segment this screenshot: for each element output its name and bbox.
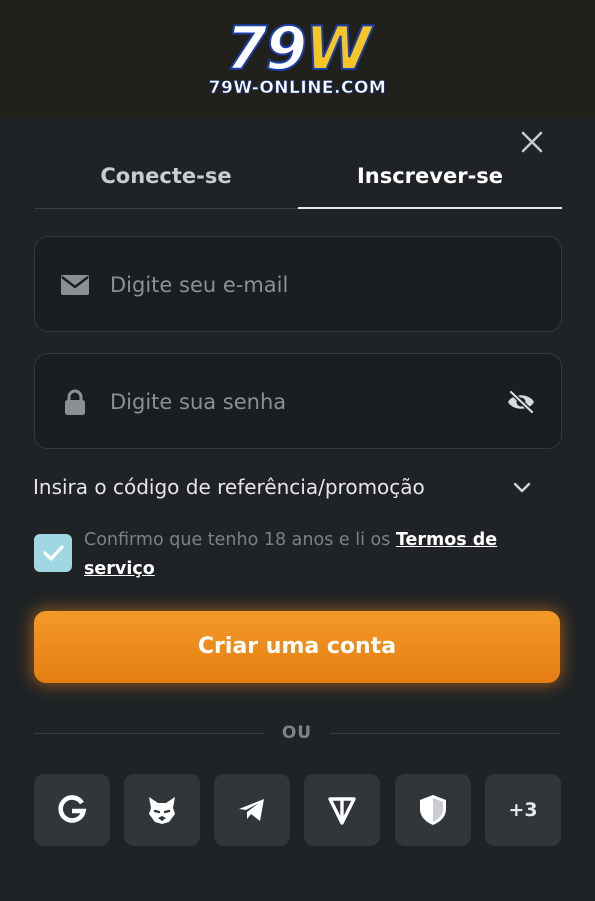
logo-domain: 79W-ONLINE.COM — [208, 78, 387, 99]
metamask-fox-icon — [149, 797, 175, 824]
password-field-box — [34, 353, 562, 449]
email-field-box — [34, 236, 562, 332]
more-logins-label: +3 — [508, 799, 538, 821]
social-login-row: +3 — [34, 774, 562, 846]
lock-icon — [65, 389, 85, 415]
auth-tabs: Conecte-se Inscrever-se — [34, 154, 562, 209]
telegram-icon — [239, 799, 264, 821]
google-login-button[interactable] — [34, 774, 110, 846]
tab-register[interactable]: Inscrever-se — [298, 154, 562, 209]
chevron-down-icon — [513, 482, 531, 493]
terms-text: Confirmo que tenho 18 anos e li os Termo… — [84, 530, 498, 579]
or-divider: OU — [34, 721, 560, 745]
site-header: 79W 79W-ONLINE.COM — [0, 0, 595, 118]
password-input[interactable] — [108, 379, 492, 425]
create-account-button[interactable]: Criar uma conta — [34, 611, 560, 683]
email-input[interactable] — [108, 262, 492, 308]
ton-login-button[interactable] — [304, 774, 380, 846]
terms-agreement: Confirmo que tenho 18 anos e li os Termo… — [34, 526, 562, 586]
promo-code-toggle[interactable]: Insira o código de referência/promoção — [33, 470, 543, 504]
promo-code-label: Insira o código de referência/promoção — [33, 475, 425, 499]
logo-wordmark: 79W — [225, 14, 373, 84]
telegram-login-button[interactable] — [214, 774, 290, 846]
eye-slash-icon[interactable] — [505, 389, 537, 415]
close-icon — [521, 131, 543, 153]
more-logins-button[interactable]: +3 — [485, 774, 561, 846]
site-logo[interactable]: 79W 79W-ONLINE.COM — [0, 14, 595, 99]
terms-checkbox[interactable] — [34, 534, 72, 572]
divider-line-right — [330, 733, 560, 734]
tab-login[interactable]: Conecte-se — [34, 154, 298, 208]
ton-icon — [328, 797, 356, 825]
shield-icon — [420, 795, 446, 825]
close-button[interactable] — [518, 128, 546, 156]
metamask-login-button[interactable] — [124, 774, 200, 846]
auth-modal: Conecte-se Inscrever-se Insira o código … — [0, 118, 595, 901]
google-icon — [58, 795, 87, 823]
checkmark-icon — [43, 545, 64, 561]
shield-login-button[interactable] — [395, 774, 471, 846]
envelope-icon — [61, 275, 89, 295]
